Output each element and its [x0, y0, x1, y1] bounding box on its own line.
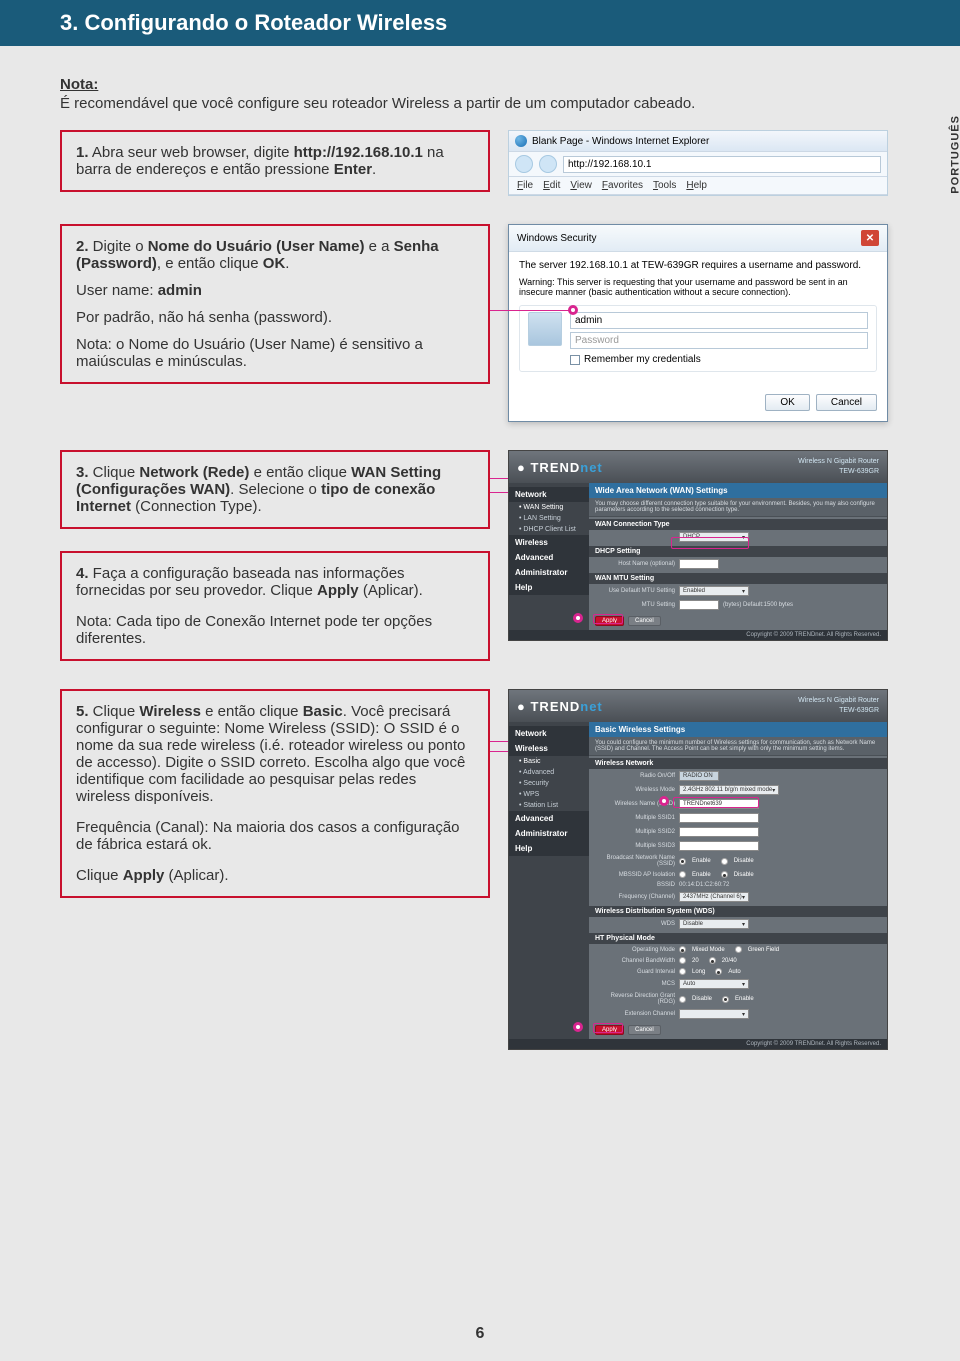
hostname-field[interactable] — [679, 559, 719, 569]
freq-select[interactable]: 2437MHz (Channel 6)▾ — [679, 892, 749, 902]
step-1: 1. Abra seur web browser, digite http://… — [60, 130, 490, 192]
note-label: Nota: — [60, 76, 98, 93]
conn-type-select[interactable]: DHCP▾ — [679, 532, 749, 542]
router-model: Wireless N Gigabit RouterTEW-639GR — [798, 457, 879, 477]
menu-favorites[interactable]: Favorites — [602, 180, 643, 191]
nav-lan[interactable]: • LAN Setting — [509, 513, 589, 524]
nav-dhcp[interactable]: • DHCP Client List — [509, 524, 589, 535]
ssid-field[interactable]: TRENDnet639 — [679, 799, 759, 809]
ok-button[interactable]: OK — [765, 394, 809, 411]
mcs-select[interactable]: Auto▾ — [679, 979, 749, 989]
nav-wireless[interactable]: Wireless — [509, 535, 589, 550]
nav-advanced[interactable]: Advanced — [509, 550, 589, 565]
page-title-bar: 3. Configurando o Roteador Wireless — [0, 0, 960, 46]
browser-title: Blank Page - Windows Internet Explorer — [532, 136, 709, 147]
security-dialog: Windows Security ✕ The server 192.168.10… — [508, 224, 888, 422]
dialog-msg1: The server 192.168.10.1 at TEW-639GR req… — [519, 260, 877, 271]
radio-btn[interactable]: RADIO ON — [679, 771, 719, 781]
step-4: 4. Faça a configuração baseada nas infor… — [60, 551, 490, 661]
brand-logo: ● TRENDnet — [517, 460, 603, 475]
mssid2-field[interactable] — [679, 827, 759, 837]
password-field[interactable]: Password — [570, 332, 868, 349]
nav2-station[interactable]: • Station List — [509, 800, 589, 811]
avatar-icon — [528, 312, 562, 346]
page-title: 3. Configurando o Roteador Wireless — [60, 10, 447, 35]
ie-icon — [515, 135, 527, 147]
nav-admin[interactable]: Administrator — [509, 565, 589, 580]
menu-file[interactable]: File — [517, 180, 533, 191]
dialog-msg2: Warning: This server is requesting that … — [519, 277, 877, 297]
forward-button[interactable] — [539, 155, 557, 173]
nav2-help[interactable]: Help — [509, 841, 589, 856]
apply-button[interactable]: Apply — [595, 616, 624, 626]
wireless-panel-title: Basic Wireless Settings — [589, 722, 887, 737]
remember-checkbox[interactable] — [570, 355, 580, 365]
step-1-url: http://192.168.10.1 — [294, 144, 423, 161]
dialog-title: Windows Security — [517, 233, 596, 244]
cancel-button-2[interactable]: Cancel — [628, 1025, 661, 1035]
nav-network[interactable]: Network — [509, 487, 589, 502]
menu-tools[interactable]: Tools — [653, 180, 676, 191]
nav2-wireless[interactable]: Wireless — [509, 741, 589, 756]
mtu-field[interactable] — [679, 600, 719, 610]
username-field[interactable]: admin — [570, 312, 868, 329]
nav-help[interactable]: Help — [509, 580, 589, 595]
mtu-default-select[interactable]: Enabled▾ — [679, 586, 749, 596]
nav2-basic[interactable]: • Basic — [509, 756, 589, 767]
mode-select[interactable]: 2.4GHz 802.11 b/g/n mixed mode▾ — [679, 785, 779, 795]
wan-panel-title: Wide Area Network (WAN) Settings — [589, 483, 887, 498]
nav-wan[interactable]: • WAN Setting — [509, 502, 589, 513]
close-icon[interactable]: ✕ — [861, 230, 879, 246]
nav2-advanced2[interactable]: Advanced — [509, 811, 589, 826]
note-block: Nota: É recomendável que você configure … — [60, 76, 900, 112]
browser-window: Blank Page - Windows Internet Explorer h… — [508, 130, 888, 196]
cancel-button-router[interactable]: Cancel — [628, 616, 661, 626]
nav2-advanced[interactable]: • Advanced — [509, 767, 589, 778]
step-3: 3. Clique Network (Rede) e então clique … — [60, 450, 490, 529]
mssid3-field[interactable] — [679, 841, 759, 851]
browser-menu: File Edit View Favorites Tools Help — [509, 177, 887, 195]
step-5: 5. Clique Wireless e então clique Basic.… — [60, 689, 490, 898]
menu-edit[interactable]: Edit — [543, 180, 560, 191]
menu-view[interactable]: View — [570, 180, 592, 191]
back-button[interactable] — [515, 155, 533, 173]
nav2-security[interactable]: • Security — [509, 778, 589, 789]
note-text: É recomendável que você configure seu ro… — [60, 95, 695, 112]
page-number: 6 — [476, 1325, 485, 1343]
router-wireless-page: ● TRENDnet Wireless N Gigabit RouterTEW-… — [508, 689, 888, 1050]
step-2: 2. Digite o Nome do Usuário (User Name) … — [60, 224, 490, 384]
apply-button-2[interactable]: Apply — [595, 1025, 624, 1035]
cancel-button[interactable]: Cancel — [816, 394, 877, 411]
address-bar[interactable]: http://192.168.10.1 — [563, 156, 881, 173]
mssid1-field[interactable] — [679, 813, 759, 823]
nav2-wps[interactable]: • WPS — [509, 789, 589, 800]
remember-label: Remember my credentials — [584, 354, 701, 365]
nav2-network[interactable]: Network — [509, 726, 589, 741]
menu-help[interactable]: Help — [686, 180, 707, 191]
wds-select[interactable]: Disable▾ — [679, 919, 749, 929]
router-wan-page: ● TRENDnet Wireless N Gigabit RouterTEW-… — [508, 450, 888, 641]
step-1-num: 1. — [76, 144, 89, 161]
nav2-admin[interactable]: Administrator — [509, 826, 589, 841]
brand-logo-2: ● TRENDnet — [517, 699, 603, 714]
ext-ch-select[interactable]: ▾ — [679, 1009, 749, 1019]
